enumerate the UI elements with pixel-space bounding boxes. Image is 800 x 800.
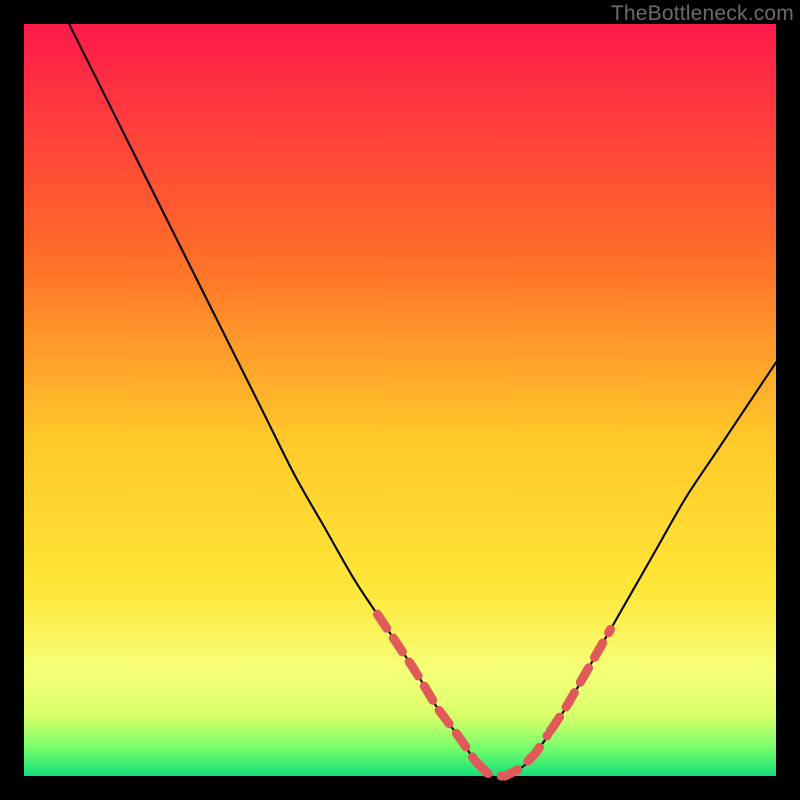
left-shoulder-dash <box>377 614 473 758</box>
chart-frame: TheBottleneck.com <box>0 0 800 800</box>
plot-area <box>24 24 776 776</box>
right-shoulder-dash <box>550 629 610 731</box>
watermark-text: TheBottleneck.com <box>611 2 794 26</box>
chart-svg <box>24 24 776 776</box>
bottom-dash <box>475 735 547 776</box>
bottleneck-curve <box>69 24 776 777</box>
